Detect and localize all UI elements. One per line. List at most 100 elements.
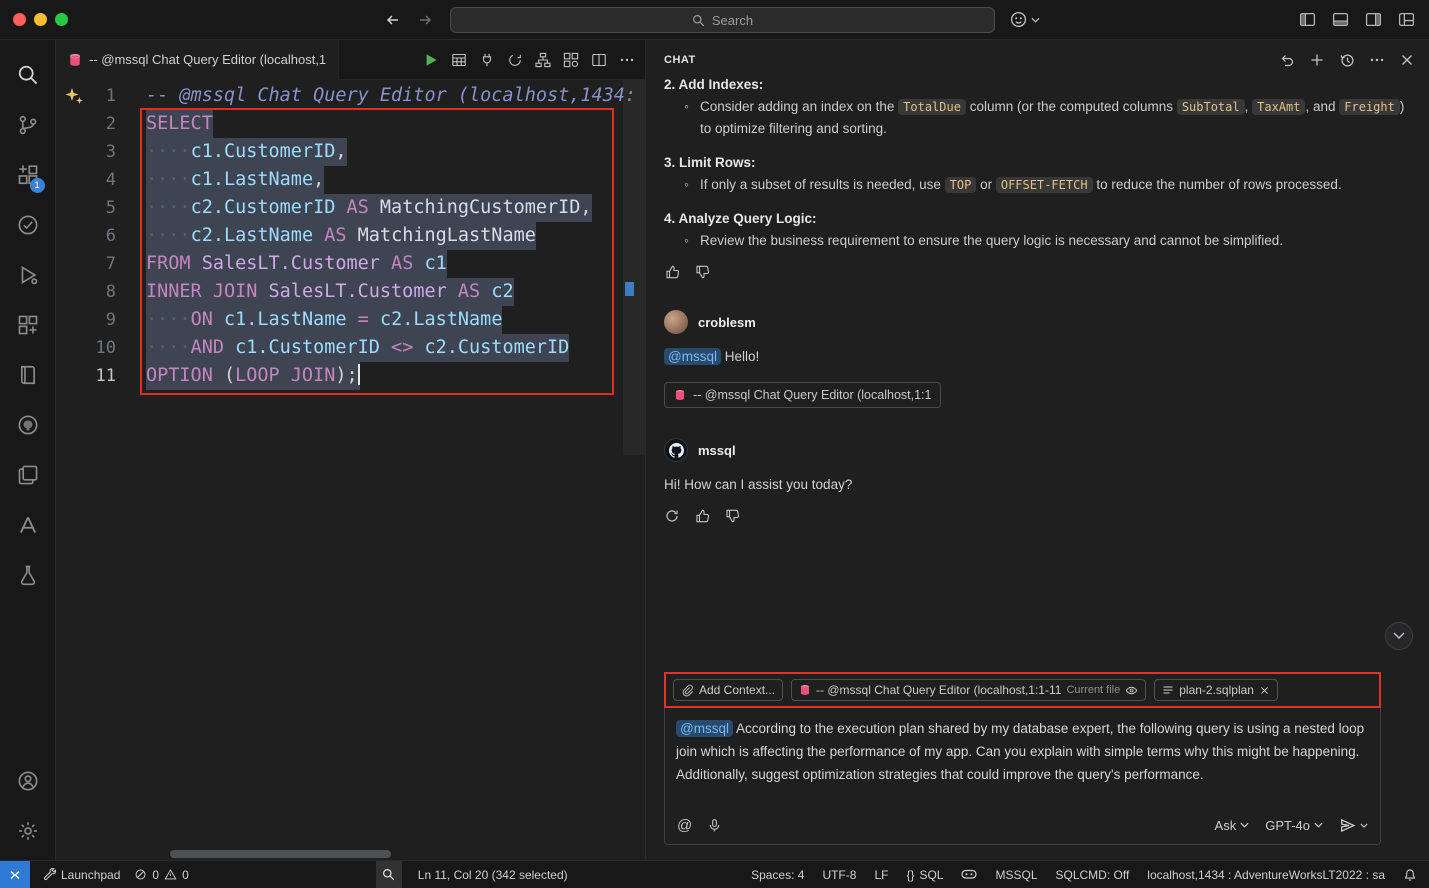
- sidebar-item-extensions[interactable]: 1: [4, 150, 52, 200]
- code-line[interactable]: 11OPTION (LOOP JOIN);: [56, 362, 645, 390]
- connection-item[interactable]: localhost,1434 : AdventureWorksLT2022 : …: [1147, 868, 1385, 882]
- code-area[interactable]: 1-- @mssql Chat Query Editor (localhost,…: [56, 82, 645, 390]
- close-window-button[interactable]: [13, 13, 26, 26]
- settings-gear-icon[interactable]: [4, 806, 52, 856]
- code-line[interactable]: 9····ON c1.LastName = c2.LastName: [56, 306, 645, 334]
- mssql-mention-chip: @mssql: [664, 348, 721, 365]
- sidebar-item-check-circle[interactable]: [4, 200, 52, 250]
- mention-picker-icon[interactable]: @: [677, 817, 692, 834]
- editor-tab[interactable]: -- @mssql Chat Query Editor (localhost,1: [56, 40, 339, 80]
- code-editor[interactable]: 1-- @mssql Chat Query Editor (localhost,…: [56, 80, 645, 860]
- microphone-icon[interactable]: [707, 818, 722, 833]
- sidebar-item-github[interactable]: [4, 400, 52, 450]
- eol-item[interactable]: LF: [874, 868, 888, 882]
- launchpad-item[interactable]: Launchpad: [42, 868, 120, 882]
- chat-input-text[interactable]: @mssql According to the execution plan s…: [665, 708, 1380, 786]
- scroll-to-bottom-button[interactable]: [1385, 622, 1413, 650]
- code-line[interactable]: 8INNER JOIN SalesLT.Customer AS c2: [56, 278, 645, 306]
- forward-arrow-icon[interactable]: [417, 12, 433, 28]
- attached-file-chip[interactable]: -- @mssql Chat Query Editor (localhost,1…: [664, 382, 941, 408]
- mode-selector[interactable]: Ask: [1215, 818, 1250, 833]
- send-button[interactable]: [1339, 817, 1368, 834]
- add-context-button[interactable]: Add Context...: [673, 679, 783, 701]
- mssql-item[interactable]: MSSQL: [995, 868, 1037, 882]
- code-line[interactable]: 6····c2.LastName AS MatchingLastName: [56, 222, 645, 250]
- notifications-bell-icon[interactable]: [1403, 868, 1417, 882]
- text-run: or: [976, 177, 996, 192]
- code-token: -- @mssql Chat Query Editor (localhost,1…: [146, 85, 636, 106]
- split-editor-button[interactable]: [591, 52, 607, 68]
- list-item-heading: 2. Add Indexes:: [664, 74, 1408, 96]
- results-grid-button[interactable]: [451, 52, 467, 68]
- sidebar-item-windows[interactable]: [4, 450, 52, 500]
- minimize-window-button[interactable]: [34, 13, 47, 26]
- new-chat-icon[interactable]: [1309, 52, 1325, 68]
- line-number: 7: [56, 250, 116, 278]
- editor-scrollbar[interactable]: [623, 80, 645, 455]
- toggle-panel-icon[interactable]: [1332, 11, 1349, 28]
- schema-hierarchy-button[interactable]: [535, 52, 551, 68]
- toggle-primary-sidebar-icon[interactable]: [1299, 11, 1316, 28]
- sidebar-item-book[interactable]: [4, 350, 52, 400]
- thumbs-down-button[interactable]: [724, 508, 740, 524]
- back-arrow-icon[interactable]: [385, 12, 401, 28]
- thumbs-down-button[interactable]: [694, 264, 710, 280]
- thumbs-up-button[interactable]: [664, 264, 680, 280]
- sidebar-item-grid[interactable]: [4, 300, 52, 350]
- run-query-button[interactable]: [423, 52, 439, 68]
- list-item-text: Consider adding an index on the TotalDue…: [700, 96, 1408, 140]
- code-line[interactable]: 5····c2.CustomerID AS MatchingCustomerID…: [56, 194, 645, 222]
- history-icon[interactable]: [1339, 52, 1355, 68]
- extensions-badge: 1: [30, 178, 45, 193]
- more-icon[interactable]: [1369, 52, 1385, 68]
- list-item: 4. Analyze Query Logic: ◦Review the busi…: [664, 208, 1408, 252]
- close-icon[interactable]: [1399, 52, 1415, 68]
- code-token: =: [347, 309, 380, 330]
- designer-button[interactable]: [563, 52, 579, 68]
- maximize-window-button[interactable]: [55, 13, 68, 26]
- code-line[interactable]: 3····c1.CustomerID,: [56, 138, 645, 166]
- customize-layout-icon[interactable]: [1398, 11, 1415, 28]
- inline-code: SubTotal: [1177, 99, 1245, 115]
- cursor-position-item[interactable]: Ln 11, Col 20 (342 selected): [418, 868, 568, 882]
- current-file-chip[interactable]: -- @mssql Chat Query Editor (localhost,1…: [791, 679, 1146, 701]
- sidebar-item-search[interactable]: [4, 50, 52, 100]
- sidebar-item-run-and-debug[interactable]: [4, 250, 52, 300]
- command-center-search[interactable]: Search: [450, 7, 995, 33]
- text-run: , and: [1305, 99, 1339, 114]
- model-selector[interactable]: GPT-4o: [1265, 818, 1323, 833]
- accounts-icon[interactable]: [4, 756, 52, 806]
- thumbs-up-button[interactable]: [694, 508, 710, 524]
- connect-button[interactable]: [479, 52, 495, 68]
- code-line[interactable]: 10····AND c1.CustomerID <> c2.CustomerID: [56, 334, 645, 362]
- plan-file-chip[interactable]: plan-2.sqlplan: [1154, 679, 1278, 701]
- code-line[interactable]: 7FROM SalesLT.Customer AS c1: [56, 250, 645, 278]
- horizontal-scrollbar[interactable]: [170, 850, 391, 858]
- sidebar-item-azure[interactable]: [4, 500, 52, 550]
- code-token: ····: [146, 169, 191, 190]
- toggle-secondary-sidebar-icon[interactable]: [1365, 11, 1382, 28]
- rerun-icon[interactable]: [664, 508, 680, 524]
- profile-menu[interactable]: [1010, 11, 1040, 28]
- code-line[interactable]: 1-- @mssql Chat Query Editor (localhost,…: [56, 82, 645, 110]
- language-item[interactable]: {}SQL: [906, 868, 943, 882]
- more-actions-button[interactable]: [619, 52, 635, 68]
- copilot-status-icon[interactable]: [961, 869, 977, 881]
- code-line[interactable]: 2SELECT: [56, 110, 645, 138]
- eye-icon[interactable]: [1125, 684, 1138, 697]
- zoom-icon[interactable]: [376, 861, 402, 888]
- estimated-plan-button[interactable]: [507, 52, 523, 68]
- database-file-icon: [674, 389, 686, 401]
- indentation-item[interactable]: Spaces: 4: [751, 868, 804, 882]
- sidebar-item-flask[interactable]: [4, 550, 52, 600]
- problems-item[interactable]: 0 0: [134, 868, 188, 882]
- remote-indicator[interactable]: [0, 861, 30, 888]
- sidebar-item-source-control[interactable]: [4, 100, 52, 150]
- sqlcmd-item[interactable]: SQLCMD: Off: [1056, 868, 1130, 882]
- undo-icon[interactable]: [1279, 52, 1295, 68]
- encoding-item[interactable]: UTF-8: [822, 868, 856, 882]
- chat-input-widget[interactable]: Add Context... -- @mssql Chat Query Edit…: [664, 672, 1381, 845]
- remove-chip-icon[interactable]: [1259, 685, 1270, 696]
- inline-code: TOP: [945, 177, 977, 193]
- code-line[interactable]: 4····c1.LastName,: [56, 166, 645, 194]
